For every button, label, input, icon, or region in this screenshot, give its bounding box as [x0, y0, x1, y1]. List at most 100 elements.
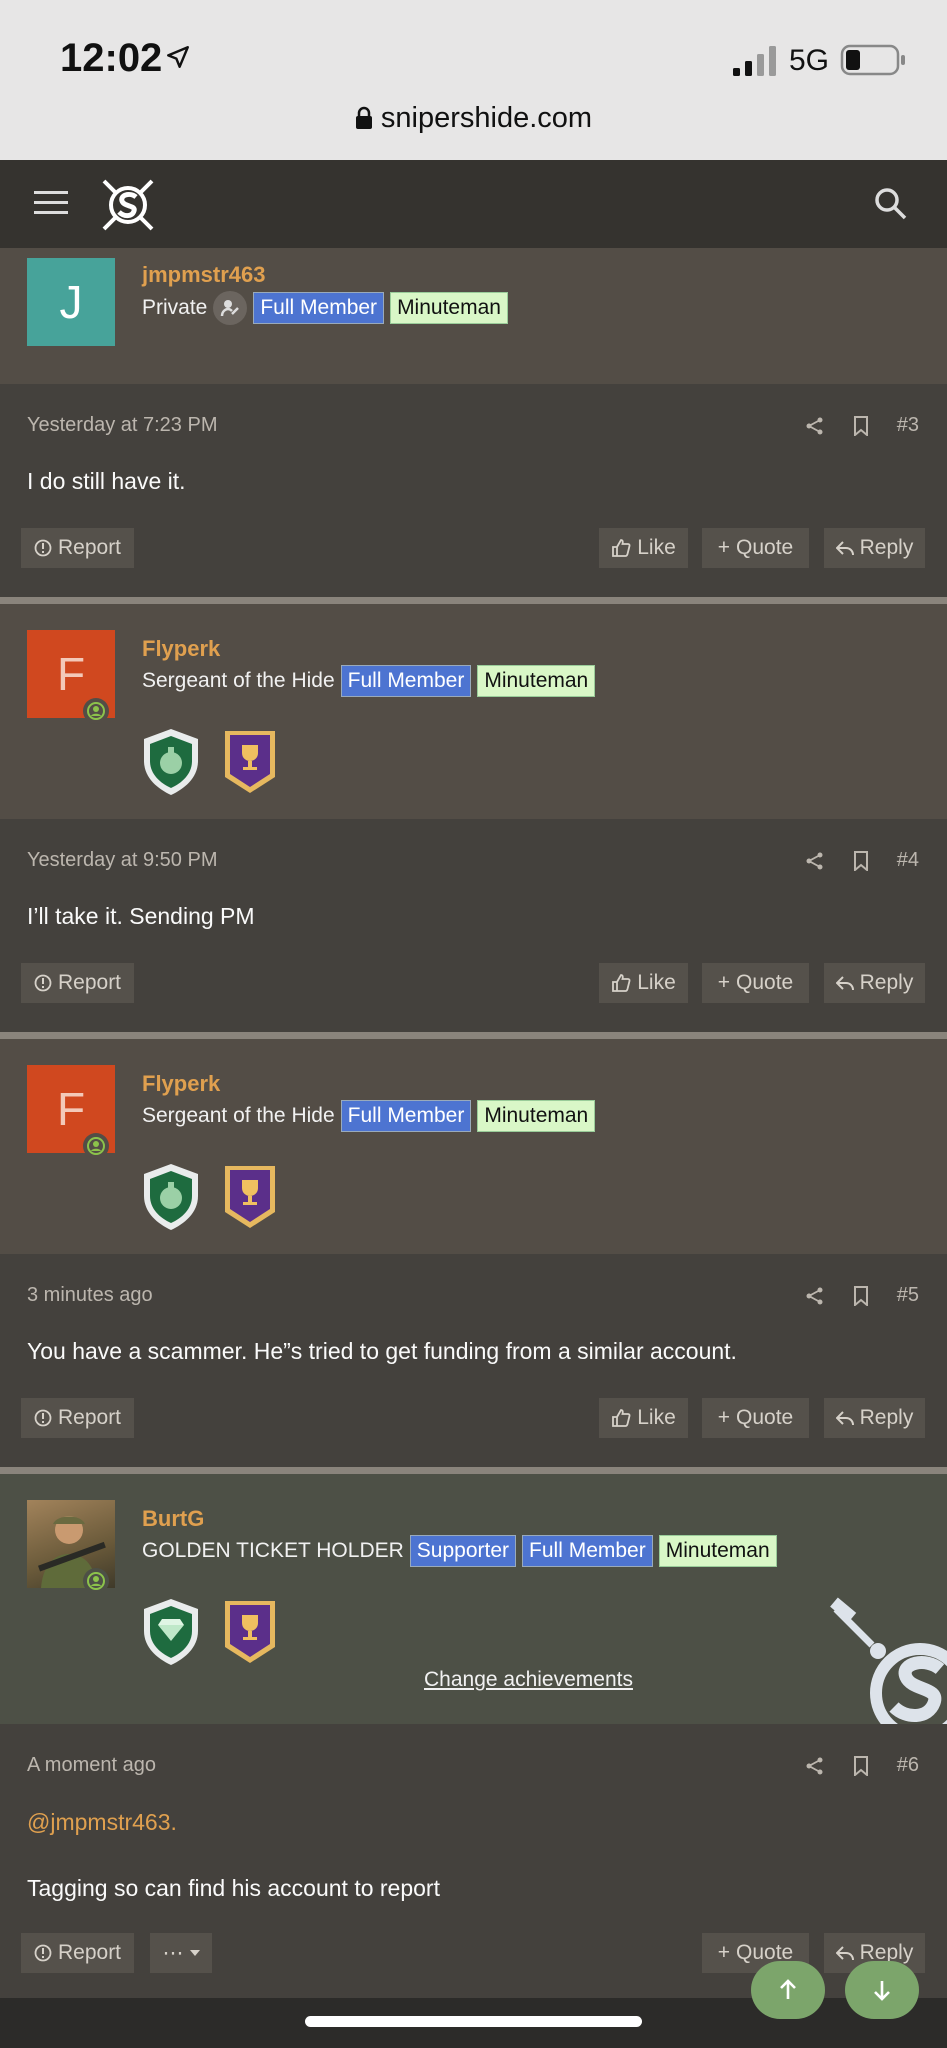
post-message: I do still have it. — [27, 468, 186, 494]
post-number[interactable]: #3 — [897, 414, 919, 437]
post-date[interactable]: A moment ago — [27, 1754, 156, 1777]
reply-arrow-icon — [835, 541, 854, 556]
reply-arrow-icon — [835, 1411, 854, 1426]
report-button[interactable]: Report — [21, 528, 134, 568]
reply-arrow-icon — [835, 1946, 854, 1961]
like-label: Like — [637, 971, 676, 994]
user-mention-link[interactable]: @jmpmstr463. — [27, 1809, 177, 1836]
sniper-s-watermark-icon — [830, 1597, 947, 1724]
quote-button[interactable]: + Quote — [702, 963, 809, 1003]
rank-title: GOLDEN TICKET HOLDER — [142, 1539, 404, 1562]
report-label: Report — [57, 536, 122, 559]
more-options-button[interactable]: ⋯ — [150, 1933, 212, 1973]
post-message: I’ll take it. Sending PM — [27, 903, 255, 929]
menu-icon[interactable] — [34, 190, 68, 216]
report-icon — [34, 1409, 52, 1427]
post-number[interactable]: #6 — [897, 1754, 919, 1777]
bookmark-icon[interactable] — [853, 850, 869, 871]
trophy-row — [138, 1162, 278, 1232]
username[interactable]: Flyperk — [142, 636, 220, 662]
thumbs-up-icon — [612, 1409, 631, 1427]
grenade-shield-trophy-icon[interactable] — [138, 727, 204, 797]
diamond-shield-trophy-icon[interactable] — [138, 1597, 204, 1667]
quote-label: Quote — [736, 971, 794, 994]
badge-full-member: Full Member — [253, 292, 385, 324]
reply-button[interactable]: Reply — [824, 528, 925, 568]
rank-title: Private — [142, 296, 208, 319]
search-icon[interactable] — [874, 187, 908, 221]
post-date[interactable]: Yesterday at 7:23 PM — [27, 414, 218, 437]
report-button[interactable]: Report — [21, 1398, 134, 1438]
change-achievements-link[interactable]: Change achievements — [424, 1668, 633, 1692]
scroll-to-bottom-button[interactable] — [845, 1961, 919, 2019]
quote-label: Quote — [736, 1406, 794, 1429]
location-arrow-icon — [167, 46, 189, 68]
share-icon[interactable] — [805, 1286, 825, 1306]
username[interactable]: Flyperk — [142, 1071, 220, 1097]
purple-trophy-badge-icon[interactable] — [222, 1597, 278, 1667]
post-separator — [0, 597, 947, 604]
badge-minuteman: Minuteman — [658, 1535, 777, 1567]
like-button[interactable]: Like — [599, 1398, 688, 1438]
trophy-row — [138, 727, 278, 797]
report-button[interactable]: Report — [21, 1933, 134, 1973]
like-button[interactable]: Like — [599, 528, 688, 568]
quote-button[interactable]: + Quote — [702, 1398, 809, 1438]
online-status-icon — [83, 1568, 109, 1594]
like-button[interactable]: Like — [599, 963, 688, 1003]
quote-button[interactable]: + Quote — [702, 528, 809, 568]
username[interactable]: jmpmstr463 — [142, 262, 266, 288]
post-message: You have a scammer. He”s tried to get fu… — [27, 1338, 737, 1364]
reply-label: Reply — [859, 971, 914, 994]
ios-status-bar: 12:02 5G snipershide.com — [0, 0, 947, 160]
report-icon — [34, 539, 52, 557]
post-separator — [0, 1032, 947, 1039]
post-number[interactable]: #5 — [897, 1284, 919, 1307]
post-message: Tagging so can find his account to repor… — [27, 1875, 440, 1901]
post-meta-actions: #4 — [805, 849, 919, 872]
purple-trophy-badge-icon[interactable] — [222, 727, 278, 797]
address-bar[interactable]: snipershide.com — [0, 102, 947, 135]
bookmark-icon[interactable] — [853, 1285, 869, 1306]
arrow-down-icon — [874, 1981, 890, 2001]
badge-full-member: Full Member — [340, 665, 472, 697]
reply-arrow-icon — [835, 976, 854, 991]
share-icon[interactable] — [805, 1756, 825, 1776]
quote-label: Quote — [736, 536, 794, 559]
avatar[interactable]: J — [27, 258, 115, 346]
report-label: Report — [57, 971, 122, 994]
post-date[interactable]: Yesterday at 9:50 PM — [27, 849, 218, 872]
badge-supporter: Supporter — [409, 1535, 517, 1567]
username[interactable]: BurtG — [142, 1506, 204, 1532]
thumbs-up-icon — [612, 974, 631, 992]
reply-button[interactable]: Reply — [824, 1398, 925, 1438]
user-title-line: Private Full Member Minuteman — [142, 291, 508, 325]
reply-button[interactable]: Reply — [824, 963, 925, 1003]
post-separator — [0, 1467, 947, 1474]
bookmark-icon[interactable] — [853, 415, 869, 436]
online-status-icon — [83, 1133, 109, 1159]
post-meta-actions: #5 — [805, 1284, 919, 1307]
like-label: Like — [637, 1406, 676, 1429]
badge-full-member: Full Member — [522, 1535, 653, 1567]
sniper-s-logo-icon[interactable] — [96, 175, 160, 235]
report-icon — [34, 1944, 52, 1962]
report-button[interactable]: Report — [21, 963, 134, 1003]
signal-icon — [733, 46, 776, 76]
more-dots-icon: ⋯ — [162, 1941, 184, 1965]
chevron-down-icon — [189, 1950, 200, 1956]
post-number[interactable]: #4 — [897, 849, 919, 872]
like-label: Like — [637, 536, 676, 559]
plus-icon: + — [717, 1406, 731, 1429]
grenade-shield-trophy-icon[interactable] — [138, 1162, 204, 1232]
home-indicator — [305, 2016, 642, 2027]
badge-minuteman: Minuteman — [477, 1100, 596, 1132]
post-meta-actions: #3 — [805, 414, 919, 437]
share-icon[interactable] — [805, 851, 825, 871]
post-date[interactable]: 3 minutes ago — [27, 1284, 153, 1307]
purple-trophy-badge-icon[interactable] — [222, 1162, 278, 1232]
share-icon[interactable] — [805, 416, 825, 436]
user-title-line: GOLDEN TICKET HOLDER Supporter Full Memb… — [142, 1534, 777, 1568]
scroll-to-top-button[interactable] — [751, 1961, 825, 2019]
bookmark-icon[interactable] — [853, 1755, 869, 1776]
